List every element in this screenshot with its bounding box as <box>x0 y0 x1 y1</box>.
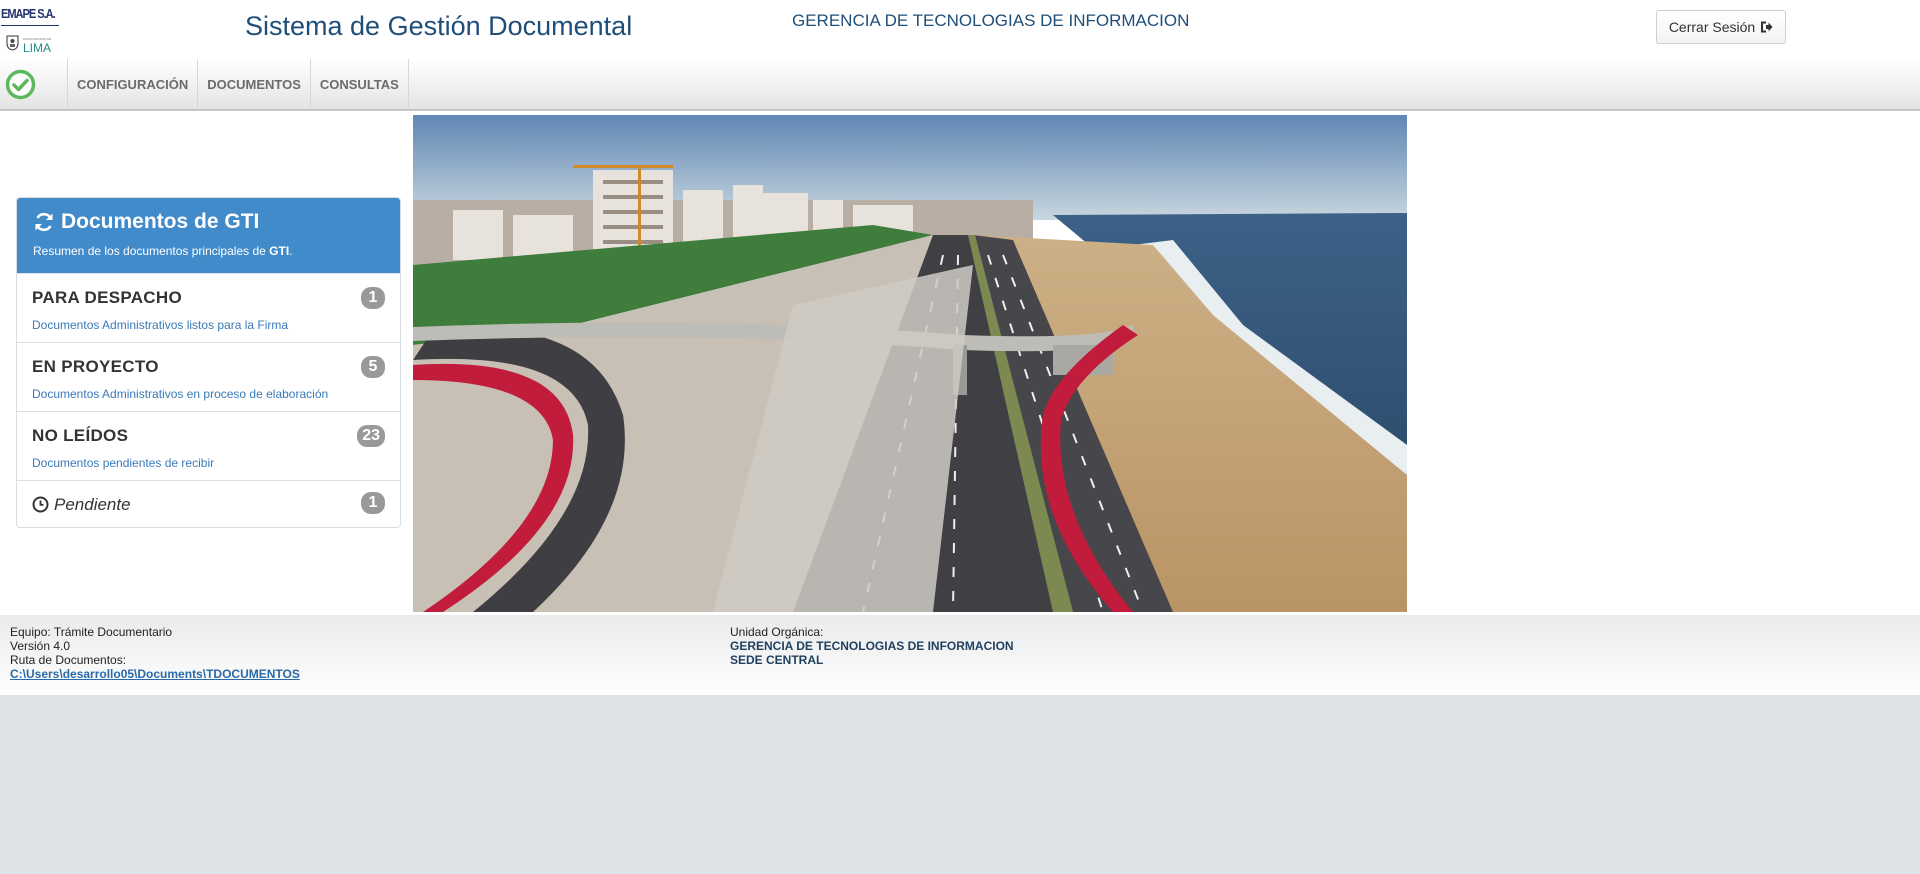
navbar: CONFIGURACIÓN DOCUMENTOS CONSULTAS <box>0 59 1920 110</box>
header: EMAPE S.A. MUNICIPALIDAD DE LIMA Sistema… <box>0 0 1920 59</box>
item-title: NO LEÍDOS <box>32 426 129 445</box>
item-title: PARA DESPACHO <box>32 288 182 307</box>
nav-item-consultas[interactable]: CONSULTAS <box>311 59 409 110</box>
documents-path-link[interactable]: C:\Users\desarrollo05\Documents\TDOCUMEN… <box>10 667 300 681</box>
logout-button[interactable]: Cerrar Sesión <box>1656 10 1786 44</box>
count-badge: 1 <box>361 287 385 309</box>
clock-icon <box>32 496 49 513</box>
item-description: Documentos Administrativos listos para l… <box>32 318 289 332</box>
footer-version: Versión 4.0 <box>10 639 71 653</box>
footer-path-label: Ruta de Documentos: <box>10 653 127 667</box>
nav-item-configuracion[interactable]: CONFIGURACIÓN <box>68 59 199 110</box>
panel-header: Documentos de GTI Resumen de los documen… <box>17 198 400 273</box>
org-title: GERENCIA DE TECNOLOGIAS DE INFORMACION <box>792 11 1190 30</box>
refresh-icon[interactable] <box>33 211 55 233</box>
item-description: Documentos pendientes de recibir <box>32 456 215 470</box>
list-item-en-proyecto[interactable]: EN PROYECTO Documentos Administrativos e… <box>17 342 400 411</box>
list-item-pendiente[interactable]: Pendiente 1 <box>17 480 400 527</box>
logo-brand: EMAPE S.A. <box>1 6 56 21</box>
footer-unit-name: GERENCIA DE TECNOLOGIAS DE INFORMACION <box>730 639 1014 653</box>
emape-logo[interactable]: EMAPE S.A. MUNICIPALIDAD DE LIMA <box>1 1 59 57</box>
count-badge: 23 <box>357 425 385 447</box>
footer-unit-label: Unidad Orgánica: <box>730 625 824 639</box>
footer-info: Equipo: Trámite Documentario Versión 4.0… <box>10 625 300 681</box>
count-badge: 1 <box>361 492 385 514</box>
footer-team: Equipo: Trámite Documentario <box>10 625 173 639</box>
aerial-highway-photo <box>413 115 1407 612</box>
footer-site: SEDE CENTRAL <box>730 653 824 667</box>
logout-label: Cerrar Sesión <box>1668 19 1756 35</box>
check-circle-icon[interactable] <box>5 69 36 100</box>
coat-of-arms-icon <box>6 35 19 51</box>
documents-panel: Documentos de GTI Resumen de los documen… <box>16 197 401 528</box>
nav-item-documentos[interactable]: DOCUMENTOS <box>198 59 311 110</box>
logo-city: LIMA <box>23 41 52 55</box>
item-title: Pendiente <box>54 494 131 514</box>
footer: Equipo: Trámite Documentario Versión 4.0… <box>0 615 1920 695</box>
item-description: Documentos Administrativos en proceso de… <box>32 387 329 401</box>
nav-menu: CONFIGURACIÓN DOCUMENTOS CONSULTAS <box>67 59 409 110</box>
app-title: Sistema de Gestión Documental <box>245 11 633 41</box>
list-item-no-leidos[interactable]: NO LEÍDOS Documentos pendientes de recib… <box>17 411 400 480</box>
count-badge: 5 <box>361 356 385 378</box>
list-item-para-despacho[interactable]: PARA DESPACHO Documentos Administrativos… <box>17 273 400 342</box>
item-title: EN PROYECTO <box>32 357 159 376</box>
panel-title: Documentos de GTI <box>61 210 260 233</box>
footer-unit: Unidad Orgánica: GERENCIA DE TECNOLOGIAS… <box>730 625 1014 667</box>
panel-subtitle: Resumen de los documentos principales de… <box>33 244 293 258</box>
sign-out-icon <box>1761 21 1773 33</box>
